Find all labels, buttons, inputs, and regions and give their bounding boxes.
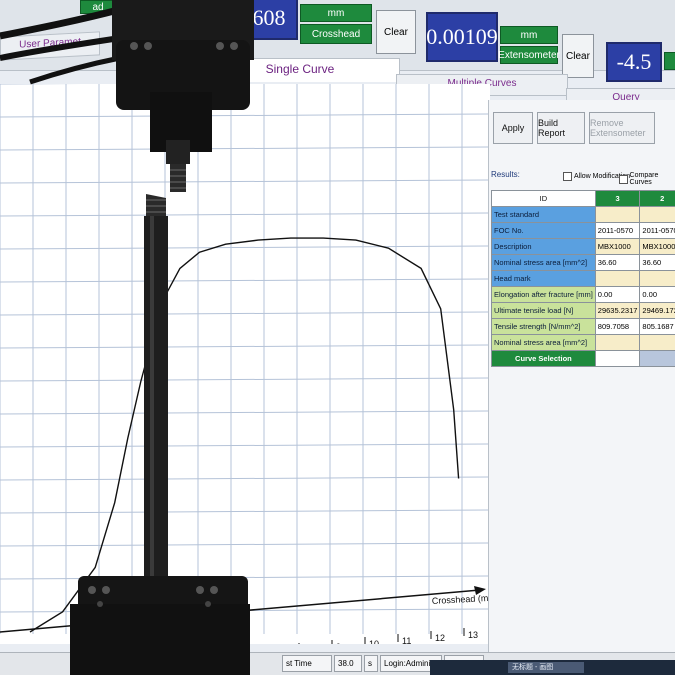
- cell[interactable]: MBX1000: [639, 238, 675, 255]
- grid-line: [0, 377, 489, 382]
- grid-line: [0, 509, 489, 514]
- load-curve-line: [29, 237, 460, 633]
- table-header-row: ID 3 2: [491, 190, 675, 207]
- grid-line: [0, 179, 489, 184]
- cell[interactable]: 805.1687: [639, 318, 675, 335]
- x-axis: [0, 589, 481, 633]
- table-row: Tensile strength [N/mm^2] 809.7058 805.168…: [491, 318, 675, 335]
- grid-line: [0, 146, 489, 151]
- crosshead-clear-button[interactable]: Clear: [376, 10, 416, 54]
- grid-line: [0, 311, 489, 316]
- row-label: FOC No.: [491, 222, 596, 239]
- status-time-value: 38.0: [334, 655, 362, 672]
- tab-single-curve[interactable]: Single Curve: [200, 58, 400, 82]
- extensometer-unit: mm: [500, 26, 558, 44]
- x-tick-label: 10: [369, 639, 379, 644]
- table-row: Nominal stress area [mm^2]: [491, 334, 675, 351]
- load-curve-chart: 78910111213 Crosshead (mm): [0, 80, 499, 658]
- cell[interactable]: 29469.1726: [639, 302, 675, 319]
- cell[interactable]: 36.60: [594, 254, 641, 271]
- row-label: Tensile strength [N/mm^2]: [491, 318, 596, 335]
- row-label: Description: [491, 238, 596, 255]
- chart-ticks: 78910111213: [265, 628, 478, 658]
- cell[interactable]: 2011-0570: [594, 222, 641, 239]
- crosshead-name: Crosshead: [300, 24, 372, 44]
- row-label: Elongation after fracture [mm]: [491, 286, 596, 303]
- grid-line: [0, 344, 489, 349]
- cell[interactable]: 0.00: [639, 286, 675, 303]
- chart-grid: [0, 80, 496, 634]
- apply-button[interactable]: Apply: [493, 112, 533, 144]
- grid-line: [0, 212, 489, 217]
- windows-taskbar: 无标题 - 画图: [430, 660, 675, 675]
- grid-line: [0, 476, 489, 481]
- cell[interactable]: [639, 270, 675, 287]
- row-label: Head mark: [491, 270, 596, 287]
- compare-curves-checkbox[interactable]: Compare Curves: [619, 172, 675, 186]
- grid-line: [0, 575, 489, 580]
- crosshead-unit: mm: [300, 4, 372, 22]
- row-label: Nominal stress area [mm^2]: [491, 334, 596, 351]
- x-tick-label: 12: [435, 633, 445, 643]
- chart-area: 78910111213 Crosshead (mm): [0, 80, 499, 658]
- cell[interactable]: MBX1000: [594, 238, 641, 255]
- grid-line: [0, 410, 489, 415]
- tab-user-parameters[interactable]: User Paramet: [0, 31, 100, 61]
- curve-selection-row: Curve Selection: [491, 350, 675, 367]
- column-header[interactable]: 3: [594, 190, 641, 207]
- build-report-button[interactable]: Build Report: [537, 112, 585, 144]
- cell[interactable]: [639, 334, 675, 351]
- grid-line: [0, 278, 489, 283]
- cell[interactable]: [639, 206, 675, 223]
- checkbox-box[interactable]: [563, 172, 572, 181]
- status-time-label: st Time: [282, 655, 332, 672]
- cell[interactable]: 36.60: [639, 254, 675, 271]
- cell[interactable]: 2011-0570: [639, 222, 675, 239]
- table-row: Test standard: [491, 206, 675, 223]
- crosshead-readout: 608: [240, 0, 298, 40]
- table-row: Head mark: [491, 270, 675, 287]
- x-tick-label: 9: [336, 642, 341, 644]
- table-row: FOC No. 2011-0570 2011-0570: [491, 222, 675, 239]
- software-screen: ad 608 mm Crosshead Clear 0.00109 mm Ext…: [0, 0, 675, 675]
- compare-curves-label: Compare Curves: [629, 172, 659, 186]
- remove-extensometer-button[interactable]: Remove Extensometer: [589, 112, 655, 144]
- chart-series: [29, 237, 460, 633]
- results-table: ID 3 2 Test standard FOC No. 2011-0570 201…: [491, 190, 675, 367]
- taskbar-item-paint[interactable]: 无标题 - 画图: [508, 662, 584, 673]
- x-tick-label: 13: [468, 630, 478, 640]
- cell[interactable]: 0.00: [594, 286, 641, 303]
- table-row: Description MBX1000 MBX1000: [491, 238, 675, 255]
- cell[interactable]: 809.7058: [594, 318, 641, 335]
- table-row: Ultimate tensile load [N] 29635.2317 29469…: [491, 302, 675, 319]
- grid-line: [0, 113, 489, 118]
- cell[interactable]: [594, 206, 641, 223]
- row-label: Ultimate tensile load [N]: [491, 302, 596, 319]
- cell[interactable]: 29635.2317: [594, 302, 641, 319]
- grid-line: [0, 542, 489, 547]
- column-header[interactable]: 2: [639, 190, 675, 207]
- grid-line: [0, 443, 489, 448]
- x-axis-label: Crosshead (mm): [432, 593, 490, 606]
- results-panel: Apply Build Report Remove Extensometer R…: [488, 100, 675, 660]
- x-tick-label: 11: [402, 636, 411, 644]
- status-time-unit: s: [364, 655, 378, 672]
- table-row: Elongation after fracture [mm] 0.00 0.00: [491, 286, 675, 303]
- cell[interactable]: [594, 270, 641, 287]
- cell[interactable]: [639, 350, 675, 367]
- row-label: Nominal stress area [mm^2]: [491, 254, 596, 271]
- cell[interactable]: [594, 334, 641, 351]
- curve-selection-button[interactable]: Curve Selection: [491, 350, 596, 367]
- partial-readout-label: ad: [80, 0, 116, 14]
- grid-line: [0, 245, 489, 250]
- results-label: Results:: [491, 170, 520, 179]
- checkbox-box[interactable]: [619, 174, 628, 184]
- row-label: Test standard: [491, 206, 596, 223]
- table-row: Nominal stress area [mm^2] 36.60 36.60: [491, 254, 675, 271]
- cell[interactable]: [594, 350, 641, 367]
- id-header: ID: [491, 190, 596, 207]
